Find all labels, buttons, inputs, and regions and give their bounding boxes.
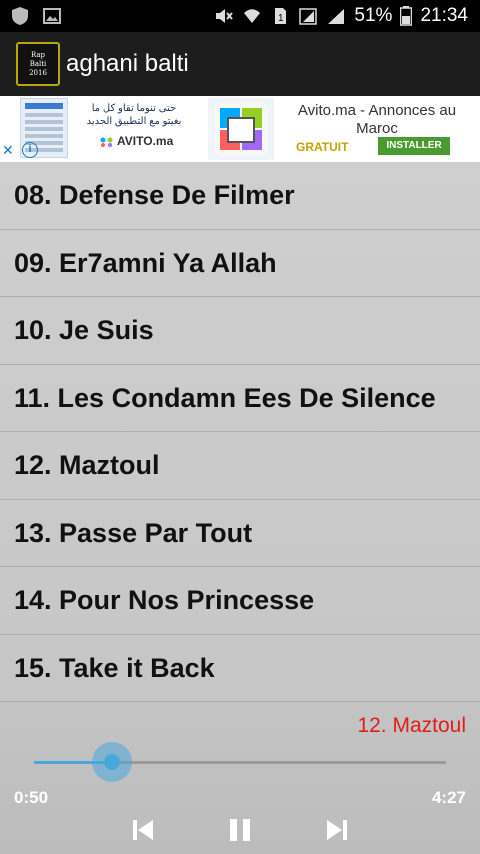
ad-install-button[interactable]: INSTALLER — [378, 137, 450, 155]
signal-bars-icon — [328, 9, 345, 24]
clock: 21:34 — [420, 5, 468, 26]
sim-icon: 1 — [275, 8, 287, 24]
ad-close-icon[interactable]: ✕ — [2, 142, 14, 159]
next-icon[interactable] — [325, 816, 349, 844]
app-bar: Rap Balti 2016 aghani balti — [0, 32, 480, 96]
pause-icon[interactable] — [228, 816, 252, 844]
ad-banner[interactable]: حتى تنوما تقاو كل ما بغيتو مع التطبيق ال… — [0, 96, 480, 162]
shield-icon — [12, 7, 28, 25]
track-item[interactable]: 08. Defense De Filmer — [0, 162, 480, 230]
signal-icon — [299, 8, 318, 25]
ad-headline[interactable]: Avito.ma - Annonces au Maroc — [282, 102, 472, 138]
avito-app-icon[interactable] — [208, 98, 274, 160]
total-time: 4:27 — [431, 788, 466, 807]
battery-percent: 51% — [354, 5, 393, 26]
track-item[interactable]: 09. Er7amni Ya Allah — [0, 230, 480, 297]
now-playing-title: 12. Maztoul — [357, 714, 466, 737]
current-time: 0:50 — [14, 788, 49, 807]
track-list[interactable]: 08. Defense De Filmer 09. Er7amni Ya All… — [0, 162, 480, 702]
ad-info-icon[interactable]: i — [22, 142, 38, 158]
app-title: aghani balti — [66, 50, 189, 77]
ad-price-label: GRATUIT — [296, 140, 349, 154]
player-panel: 12. Maztoul 0:50 4:27 — [0, 702, 480, 854]
track-item[interactable]: 10. Je Suis — [0, 297, 480, 365]
track-item[interactable]: 13. Passe Par Tout — [0, 500, 480, 567]
ad-arabic-text[interactable]: حتى تنوما تقاو كل ما بغيتو مع التطبيق ال… — [74, 102, 194, 128]
battery-icon — [400, 6, 413, 26]
track-item[interactable]: 11. Les Condamn Ees De Silence — [0, 365, 480, 432]
seek-thumb[interactable] — [92, 742, 133, 782]
wifi-icon — [244, 9, 261, 23]
ad-brand[interactable]: AVITO.ma — [100, 134, 173, 148]
app-logo: Rap Balti 2016 — [16, 42, 60, 86]
track-item[interactable]: 14. Pour Nos Princesse — [0, 567, 480, 635]
avito-dots-icon — [100, 137, 113, 147]
status-bar: 1 51% 21:34 — [0, 0, 480, 32]
image-icon — [43, 8, 61, 24]
track-item[interactable]: 12. Maztoul — [0, 432, 480, 500]
mute-icon — [216, 9, 234, 23]
previous-icon[interactable] — [131, 816, 155, 844]
track-item[interactable]: 15. Take it Back — [0, 635, 480, 702]
svg-text:1: 1 — [278, 13, 284, 24]
